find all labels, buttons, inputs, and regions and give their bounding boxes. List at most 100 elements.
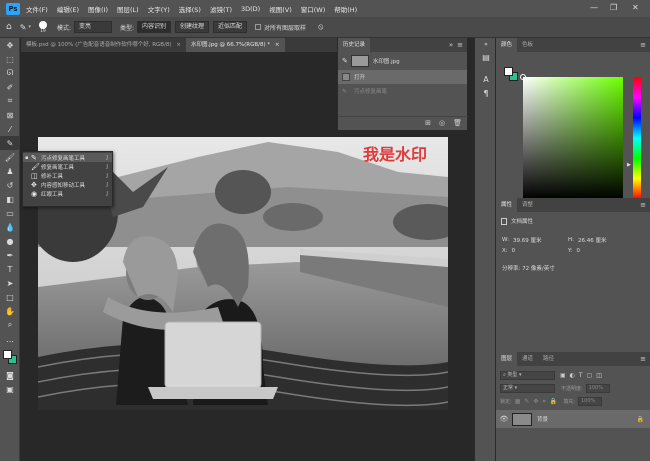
tab-properties[interactable]: 属性 (496, 198, 518, 212)
flyout-item-red-eye[interactable]: ◉ 红眼工具 J (23, 189, 112, 198)
spot-healing-tool-icon[interactable]: ✎ (0, 136, 20, 150)
filter-smart-icon[interactable]: ◫ (596, 372, 602, 379)
x-value[interactable]: 0 (512, 248, 516, 254)
lock-position-icon[interactable]: ✥ (533, 398, 538, 405)
flyout-item-healing-brush[interactable]: 🖌 修复画笔工具 J (23, 162, 112, 171)
tab-swatches[interactable]: 色板 (517, 38, 538, 52)
hand-tool-icon[interactable]: ✋ (0, 304, 20, 318)
lock-all-icon[interactable]: 🔒 (550, 398, 557, 405)
menu-3d[interactable]: 3D(D) (241, 5, 260, 13)
tab-layers[interactable]: 图层 (496, 352, 518, 366)
quick-mask-icon[interactable]: ◙ (0, 368, 20, 382)
flyout-item-patch[interactable]: ◫ 修补工具 J (23, 171, 112, 180)
new-document-from-state-icon[interactable]: ⊞ (425, 119, 431, 127)
height-value[interactable]: 26.46 厘米 (578, 236, 607, 244)
layer-row-background[interactable]: 👁 背景 🔒 (496, 410, 650, 428)
tab-adjustments[interactable]: 调整 (517, 198, 538, 212)
filter-shape-icon[interactable]: ▢ (587, 372, 593, 379)
menu-file[interactable]: 文件(F) (26, 4, 48, 14)
hue-slider[interactable] (633, 77, 641, 199)
visibility-eye-icon[interactable]: 👁 (496, 415, 512, 423)
close-tab-icon[interactable]: × (275, 42, 280, 48)
flyout-item-spot-healing-brush[interactable]: ▪ ✎ 污点修复画笔工具 J (23, 153, 112, 162)
minimize-button[interactable]: — (590, 3, 598, 12)
tab-template-psd[interactable]: 模板.psd @ 100% (广告配音语音制作软件哪个好, RGB/8) × (21, 38, 186, 52)
tool-preset-dropdown-icon[interactable]: ▾ (28, 24, 31, 30)
tab-watermark-jpg[interactable]: 水印图.jpg @ 66.7%(RGB/8) * × (185, 38, 285, 52)
new-snapshot-icon[interactable]: ◎ (439, 119, 445, 127)
width-value[interactable]: 39.69 厘米 (513, 236, 542, 244)
brush-source-icon[interactable]: ✎ (342, 57, 348, 65)
history-panel-icon[interactable]: ▤ (475, 50, 497, 64)
home-icon[interactable]: ⌂ (6, 22, 12, 32)
tool-preset-icon[interactable]: ✎ (20, 23, 27, 32)
tab-color[interactable]: 颜色 (496, 38, 518, 52)
color-field[interactable] (520, 74, 623, 199)
foreground-color-swatch[interactable] (3, 350, 12, 359)
pen-tool-icon[interactable]: ✒ (0, 248, 20, 262)
rectangle-tool-icon[interactable]: □ (0, 290, 20, 304)
opacity-input[interactable]: 100% (585, 384, 610, 393)
quick-select-tool-icon[interactable]: ✐ (0, 80, 20, 94)
eyedropper-tool-icon[interactable]: ⁄ (0, 122, 20, 136)
mode-select[interactable]: 变亮 (73, 21, 112, 33)
character-panel-icon[interactable]: A (475, 72, 497, 86)
history-snapshot[interactable]: ✎ 水印图.jpg (338, 52, 467, 70)
brush-preview[interactable]: 19 (38, 20, 47, 34)
menu-view[interactable]: 视图(V) (269, 4, 292, 14)
y-value[interactable]: 0 (576, 248, 580, 254)
history-state-spot-healing[interactable]: ✎ 污点修复画笔 (338, 84, 467, 98)
layer-kind-select[interactable]: ⌕ 类型 ▾ (500, 371, 555, 380)
blur-tool-icon[interactable]: 💧 (0, 220, 20, 234)
crop-tool-icon[interactable]: ⌗ (0, 94, 20, 108)
filter-adjustment-icon[interactable]: ◐ (570, 372, 575, 379)
dodge-tool-icon[interactable]: ● (0, 234, 20, 248)
type-proximity-match-button[interactable]: 近似匹配 (213, 21, 248, 33)
collapse-panel-icon[interactable]: » (449, 41, 453, 49)
filter-type-icon[interactable]: T (579, 372, 583, 379)
flyout-item-content-aware-move[interactable]: ✥ 内容感知移动工具 J (23, 180, 112, 189)
type-tool-icon[interactable]: T (0, 262, 20, 276)
clone-stamp-tool-icon[interactable]: ♟ (0, 164, 20, 178)
panel-menu-icon[interactable]: ≡ (640, 41, 646, 49)
filter-pixel-icon[interactable]: ▣ (560, 372, 566, 379)
menu-edit[interactable]: 编辑(E) (57, 4, 79, 14)
restore-button[interactable]: ❐ (610, 3, 617, 12)
color-swatches[interactable] (0, 346, 20, 368)
menu-type[interactable]: 文字(Y) (148, 4, 170, 14)
eraser-tool-icon[interactable]: ◧ (0, 192, 20, 206)
history-state-open[interactable]: 打开 (338, 70, 467, 84)
hue-slider-handle-icon[interactable]: ▶ (627, 162, 631, 168)
pressure-size-icon[interactable]: ⦸ (318, 22, 323, 32)
type-create-texture-button[interactable]: 创建纹理 (175, 21, 210, 33)
close-window-button[interactable]: ✕ (632, 3, 639, 12)
menu-filter[interactable]: 滤镜(T) (210, 4, 232, 14)
lasso-tool-icon[interactable]: ᘏ (0, 66, 20, 80)
paragraph-panel-icon[interactable]: ¶ (475, 86, 497, 100)
sample-all-layers-checkbox[interactable] (255, 24, 262, 30)
lock-transparent-icon[interactable]: ▦ (515, 398, 521, 405)
gradient-tool-icon[interactable]: ▭ (0, 206, 20, 220)
menu-image[interactable]: 图像(I) (88, 4, 108, 14)
menu-help[interactable]: 帮助(H) (334, 4, 357, 14)
collapse-dock-icon[interactable]: » (475, 38, 497, 50)
frame-tool-icon[interactable]: ⊠ (0, 108, 20, 122)
history-brush-tool-icon[interactable]: ↺ (0, 178, 20, 192)
type-content-aware-button[interactable]: 内容识别 (137, 21, 172, 33)
brush-tool-icon[interactable]: 🖌 (0, 150, 20, 164)
more-tools-icon[interactable]: … (0, 332, 20, 346)
panel-menu-icon[interactable]: ≡ (457, 41, 463, 49)
move-tool-icon[interactable]: ✥ (0, 38, 20, 52)
menu-window[interactable]: 窗口(W) (301, 4, 326, 14)
lock-image-icon[interactable]: ✎ (524, 398, 529, 405)
marquee-tool-icon[interactable]: ⬚ (0, 52, 20, 66)
screen-mode-icon[interactable]: ▣ (0, 382, 20, 396)
delete-state-icon[interactable]: 🗑 (453, 119, 462, 127)
lock-artboard-icon[interactable]: ⌗ (542, 398, 545, 406)
path-select-tool-icon[interactable]: ➤ (0, 276, 20, 290)
blend-mode-select[interactable]: 正常 ▾ (500, 384, 555, 393)
fg-color-swatch[interactable] (504, 67, 513, 76)
close-tab-icon[interactable]: × (176, 42, 181, 48)
menu-select[interactable]: 选择(S) (179, 4, 201, 14)
fill-input[interactable]: 100% (577, 397, 602, 406)
